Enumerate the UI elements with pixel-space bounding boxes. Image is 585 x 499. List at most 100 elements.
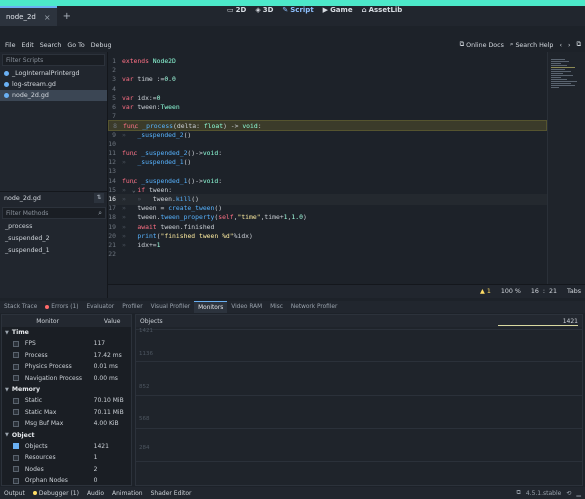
monitor-list-header: Monitor Value [2, 315, 131, 327]
main-screen-3d[interactable]: ◈ 3D [255, 6, 273, 14]
monitor-checkbox[interactable] [13, 397, 19, 404]
monitor-row[interactable]: Navigation Process 0.00 ms [2, 373, 131, 385]
monitor-group-header[interactable]: ▼ Memory [2, 384, 131, 395]
monitor-group-header[interactable]: ▼ Object [2, 430, 131, 441]
monitor-row[interactable]: Physics Process 0.01 ms [2, 361, 131, 373]
monitor-checkbox[interactable] [13, 466, 19, 473]
copy-icon[interactable]: ⧉ [517, 489, 521, 497]
monitor-name: Resources [24, 454, 56, 462]
filter-scripts-input[interactable]: Filter Scripts [2, 54, 105, 66]
gdscript-icon [4, 82, 9, 87]
game-icon: ▶ [322, 6, 329, 14]
monitor-checkbox[interactable] [13, 363, 19, 370]
indent-mode[interactable]: Tabs [567, 288, 581, 295]
script-item-label: node_2d.gd [12, 92, 49, 99]
history-icon[interactable]: ⟲ [566, 490, 571, 497]
method-item[interactable]: _process [0, 220, 108, 232]
script-item[interactable]: log-stream.gd [0, 79, 107, 90]
code-minimap[interactable] [547, 52, 585, 284]
monitor-row[interactable]: Static 70.10 MiB [2, 395, 131, 407]
tab-output[interactable]: Output [0, 490, 29, 497]
monitor-group-label: Memory [11, 386, 40, 393]
collapse-arrow-icon[interactable]: ▼ [5, 387, 9, 393]
tab-shader-editor[interactable]: Shader Editor [147, 490, 196, 497]
script-list: _LogInternalPrintergd log-stream.gd node… [0, 68, 107, 101]
close-icon[interactable]: × [44, 13, 51, 22]
monitor-checkbox[interactable] [13, 420, 19, 427]
sort-icon[interactable]: ⇅ [94, 193, 104, 203]
main-screen-game[interactable]: ▶ Game [323, 6, 353, 14]
method-item[interactable]: _suspended_1 [0, 244, 108, 256]
monitor-group-header[interactable]: ▼ Time [2, 327, 131, 338]
tab-audio[interactable]: Audio [83, 490, 108, 497]
monitor-name: Process [24, 351, 48, 359]
version-label: 4.5.1.stable [525, 489, 562, 497]
graph-gridline [136, 428, 582, 429]
monitor-group-label: Object [11, 431, 35, 439]
warning-count[interactable]: ▲ 1 [480, 288, 491, 295]
monitor-row[interactable]: Nodes 2 [2, 464, 131, 476]
scene-tab-node-2d[interactable]: node_2d × [0, 6, 57, 26]
search-help-button[interactable]: ⌕ Search Help [510, 41, 554, 49]
monitor-row[interactable]: Orphan Nodes 0 [2, 475, 131, 487]
online-docs-button[interactable]: ⧉ Online Docs [460, 41, 504, 49]
menu-edit[interactable]: Edit [22, 42, 34, 49]
monitor-value: 70.10 MiB [93, 397, 124, 405]
monitor-checkbox[interactable] [13, 340, 19, 347]
tab-evaluator[interactable]: Evaluator [83, 301, 119, 313]
monitor-row[interactable]: FPS 117 [2, 338, 131, 350]
tab-network-profiler[interactable]: Network Profiler [287, 301, 341, 313]
tab-visual-profiler[interactable]: Visual Profiler [147, 301, 195, 313]
tab-stack-trace[interactable]: Stack Trace [0, 301, 41, 313]
monitor-checkbox[interactable] [13, 454, 19, 461]
monitor-checkbox[interactable] [13, 443, 19, 450]
zoom-level[interactable]: 100 % [501, 288, 521, 295]
tab-monitors[interactable]: Monitors [194, 301, 228, 313]
monitor-list-body: ▼ Time FPS 117 Process 17.42 ms Physics Proces… [2, 327, 131, 487]
monitor-checkbox[interactable] [13, 477, 19, 484]
menu-search[interactable]: Search [40, 42, 62, 49]
add-scene-icon[interactable]: + [63, 11, 71, 22]
menu-debug[interactable]: Debug [91, 42, 112, 49]
filter-methods-input[interactable]: Filter Methods ⌕ [2, 207, 106, 219]
monitor-row[interactable]: Resources 1 [2, 452, 131, 464]
tab-misc[interactable]: Misc [266, 301, 287, 313]
script-item[interactable]: node_2d.gd [0, 90, 107, 101]
tab-debugger[interactable]: Debugger (1) [29, 490, 83, 497]
code-line[interactable]: 22 [108, 249, 547, 260]
tab-profiler[interactable]: Profiler [118, 301, 146, 313]
monitor-checkbox[interactable] [13, 375, 19, 382]
forward-icon[interactable]: › [568, 42, 571, 49]
monitor-checkbox[interactable] [13, 409, 19, 416]
script-item[interactable]: _LogInternalPrintergd [0, 68, 107, 79]
monitor-row[interactable]: Objects 1421 [2, 441, 131, 453]
monitor-row[interactable]: Msg Buf Max 4.00 KiB [2, 418, 131, 430]
monitor-checkbox[interactable] [13, 352, 19, 359]
tab-errors[interactable]: Errors (1) [41, 301, 82, 313]
tab-video-ram[interactable]: Video RAM [227, 301, 266, 313]
cursor-column: 21 [549, 288, 558, 295]
debugger-dot-icon [32, 491, 37, 495]
collapse-arrow-icon[interactable]: ▼ [5, 330, 9, 336]
main-screen-assetlib[interactable]: ⌂ AssetLib [362, 6, 403, 14]
search-help-label: Search Help [515, 41, 554, 49]
code-editor[interactable]: 1 extends Node2D 2 3 var time :=0.0 4 5 var idx… [108, 52, 547, 284]
editor-status-bar: ▲ 1 100 % 16 : 21 Tabs [108, 284, 585, 298]
tab-animation[interactable]: Animation [108, 490, 147, 497]
graph-current-value: 1421 [562, 317, 578, 325]
main-screen-2d[interactable]: ▭ 2D [227, 6, 246, 14]
method-item[interactable]: _suspended_2 [0, 232, 108, 244]
back-icon[interactable]: ‹ [559, 42, 562, 49]
collapse-arrow-icon[interactable]: ▼ [5, 432, 9, 438]
float-window-icon[interactable]: ⧉ [577, 41, 582, 49]
monitor-row[interactable]: Static Max 70.11 MiB [2, 407, 131, 419]
monitor-graph[interactable]: Objects 1421 1421 1136 852 568 284 [135, 314, 583, 486]
pin-panel-icon[interactable]: ▁ [576, 490, 581, 497]
monitor-row[interactable]: Process 17.42 ms [2, 350, 131, 362]
main-screen-label: 2D [235, 6, 247, 14]
main-screen-script[interactable]: ✎ Script [282, 6, 313, 14]
menu-go-to[interactable]: Go To [67, 42, 84, 49]
gdscript-icon [4, 71, 9, 76]
menu-file[interactable]: File [5, 42, 16, 49]
line-number[interactable]: 22 [108, 249, 116, 260]
